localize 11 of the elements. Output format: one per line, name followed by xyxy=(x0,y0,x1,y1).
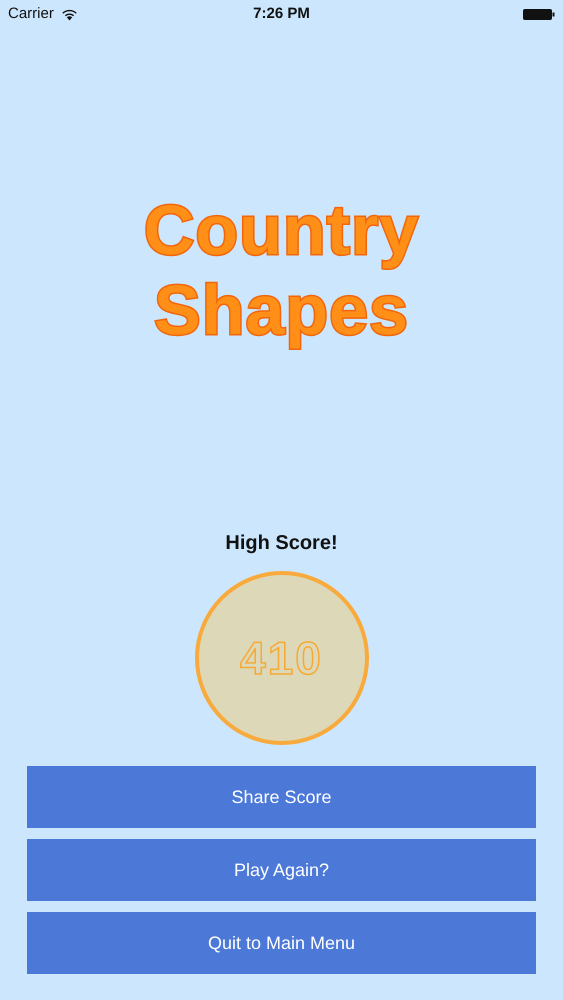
menu-button[interactable]: Quit to Main Menu xyxy=(27,912,536,974)
battery-icon xyxy=(523,8,555,20)
title-text: Country xyxy=(144,190,420,270)
menu-button[interactable]: Share Score xyxy=(27,766,536,828)
score-value: 410 xyxy=(240,630,323,686)
status-time: 7:26 PM xyxy=(253,4,310,24)
carrier-label: Carrier xyxy=(8,4,54,24)
wifi-icon xyxy=(60,8,78,20)
title-text: Shapes xyxy=(154,270,409,350)
score-label: High Score! xyxy=(225,531,338,556)
menu-button[interactable]: Play Again? xyxy=(27,839,536,901)
